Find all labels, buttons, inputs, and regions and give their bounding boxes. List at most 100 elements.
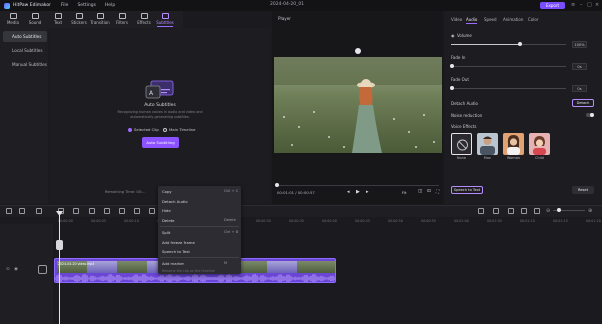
zoom-knob[interactable] (557, 208, 561, 212)
fit-icon[interactable] (534, 208, 540, 214)
next-frame-icon[interactable]: ▸ (366, 189, 369, 195)
undo-icon[interactable] (6, 208, 12, 214)
fade-out-slider[interactable] (451, 88, 566, 89)
volume-value[interactable]: 100% (572, 41, 587, 48)
menu-settings[interactable]: Settings (77, 3, 95, 8)
fullscreen-icon[interactable]: ⛶ (436, 189, 439, 195)
tab-media[interactable]: Media (3, 12, 23, 27)
speed-icon[interactable] (89, 208, 95, 214)
crop-icon[interactable]: ⊡ (427, 189, 431, 194)
menu-icon[interactable]: ≡ (571, 2, 575, 8)
fade-in-slider[interactable] (451, 66, 566, 67)
voice-man[interactable] (477, 133, 498, 155)
menu-item-copy[interactable]: Copy (162, 189, 172, 194)
maximize-icon[interactable]: □ (587, 2, 592, 8)
nav-auto-subtitles[interactable]: Auto Subtitles (3, 31, 47, 42)
fade-out-knob[interactable] (450, 86, 454, 90)
mirror-icon[interactable] (119, 208, 125, 214)
tab-filters[interactable]: Filters (112, 12, 132, 27)
export-button[interactable]: Export (540, 2, 565, 9)
zoom-in-icon[interactable]: ⊕ (588, 208, 592, 214)
menu-item-detach-audio[interactable]: Detach Audio (162, 199, 188, 204)
voice-child[interactable] (529, 133, 550, 155)
tab-sound[interactable]: Sound (25, 12, 45, 27)
radio-selected-clip[interactable]: Selected Clip (128, 127, 159, 132)
menu-item-hide[interactable]: Hide (162, 208, 171, 213)
speech-to-text-button[interactable]: Speech to Text (451, 186, 483, 194)
tab-speed[interactable]: Speed (484, 17, 497, 22)
volume-slider[interactable] (451, 44, 566, 45)
waveform-path (55, 274, 335, 282)
zoom-select[interactable]: Fit (402, 190, 406, 195)
tab-video[interactable]: Video (451, 17, 462, 22)
ruler-tick-label: 00:01:00 (454, 219, 469, 223)
tab-animation[interactable]: Animation (503, 17, 523, 22)
video-preview[interactable] (274, 57, 442, 153)
radio-main-timeline[interactable]: Main Timeline (163, 127, 195, 132)
rotate-handle[interactable] (355, 48, 361, 54)
voice-none[interactable] (451, 133, 472, 155)
nav-manual-subtitles[interactable]: Manual Subtitles (3, 59, 47, 70)
ruler-tick-label: 00:00:35 (289, 219, 304, 223)
magnet-icon[interactable] (521, 208, 527, 214)
fade-in-knob[interactable] (450, 64, 454, 68)
crop-tool-icon[interactable] (73, 208, 79, 214)
marker-icon[interactable] (493, 208, 499, 214)
tab-transition[interactable]: Transition (90, 12, 110, 27)
voice-woman[interactable] (503, 133, 524, 155)
fade-in-value[interactable]: 0s (572, 63, 587, 70)
delete-icon[interactable] (36, 208, 42, 214)
shield-icon[interactable] (134, 208, 140, 214)
menu-item-add-marker[interactable]: Add marker (162, 261, 184, 266)
track-lock-icon[interactable]: ⊙ (6, 267, 10, 272)
menu-item-split[interactable]: Split (162, 230, 170, 235)
clip-label: 2024-04-20 video.mp4 (58, 262, 95, 266)
redo-icon[interactable] (19, 208, 25, 214)
zoom-out-icon[interactable]: ⊖ (546, 208, 550, 214)
ruler-tick-label: 00:00:40 (322, 219, 337, 223)
mic-icon[interactable] (478, 208, 484, 214)
tab-color[interactable]: Color (528, 17, 538, 22)
reset-button[interactable]: Reset (572, 186, 594, 194)
tab-effects[interactable]: Effects (134, 12, 154, 27)
tab-stickers[interactable]: Stickers (69, 12, 89, 27)
close-icon[interactable]: × (595, 2, 599, 8)
snap-icon[interactable] (508, 208, 514, 214)
nav-local-subtitles[interactable]: Local Subtitles (3, 45, 47, 56)
tab-audio[interactable]: Audio (466, 17, 477, 22)
auto-subtitles-title: Auto Subtitles (144, 103, 176, 108)
playhead[interactable] (59, 212, 60, 324)
playback-scrubber[interactable] (276, 185, 439, 186)
tab-subtitles[interactable]: Subtitles (155, 12, 175, 27)
scrubber-knob[interactable] (275, 183, 279, 187)
menu-item-speech-to-text[interactable]: Speech to Text (162, 249, 190, 254)
audio-waveform (55, 274, 335, 282)
radio-dot (128, 127, 132, 132)
prev-frame-icon[interactable]: ◂ (347, 189, 350, 195)
snapshot-icon[interactable]: ◫ (418, 189, 422, 194)
menu-file[interactable]: File (61, 3, 69, 8)
detach-button[interactable]: Detach (572, 99, 594, 107)
menu-item-rename[interactable]: Rename the clip on the timeline (162, 269, 215, 273)
ruler-tick-label: 00:00:05 (91, 219, 106, 223)
play-icon[interactable]: ▶ (356, 189, 360, 195)
menu-item-freeze-frame[interactable]: Add freeze frame (162, 240, 195, 245)
volume-knob[interactable] (518, 42, 522, 46)
ruler-tick-label: 00:00:55 (421, 219, 436, 223)
feature-tabs: Media Sound Text Stickers Transition Fil… (0, 11, 183, 28)
auto-subtitling-button[interactable]: Auto Subtitling (142, 137, 179, 148)
noise-reduction-toggle[interactable] (586, 113, 594, 117)
tab-label: Subtitles (156, 20, 174, 25)
fade-out-value[interactable]: 0s (572, 85, 587, 92)
track-visibility-icon[interactable]: ◉ (14, 267, 18, 272)
menu-help[interactable]: Help (105, 3, 115, 8)
woman-avatar-icon (507, 135, 520, 155)
tab-label: Sound (28, 20, 42, 25)
tab-text[interactable]: Text (48, 12, 68, 27)
freeze-icon[interactable] (149, 208, 155, 214)
rotate-icon[interactable] (104, 208, 110, 214)
minimize-icon[interactable]: – (580, 2, 583, 8)
clip-thumb (267, 261, 297, 273)
menu-item-delete[interactable]: Delete (162, 218, 174, 223)
split-cursor-icon (56, 240, 63, 250)
